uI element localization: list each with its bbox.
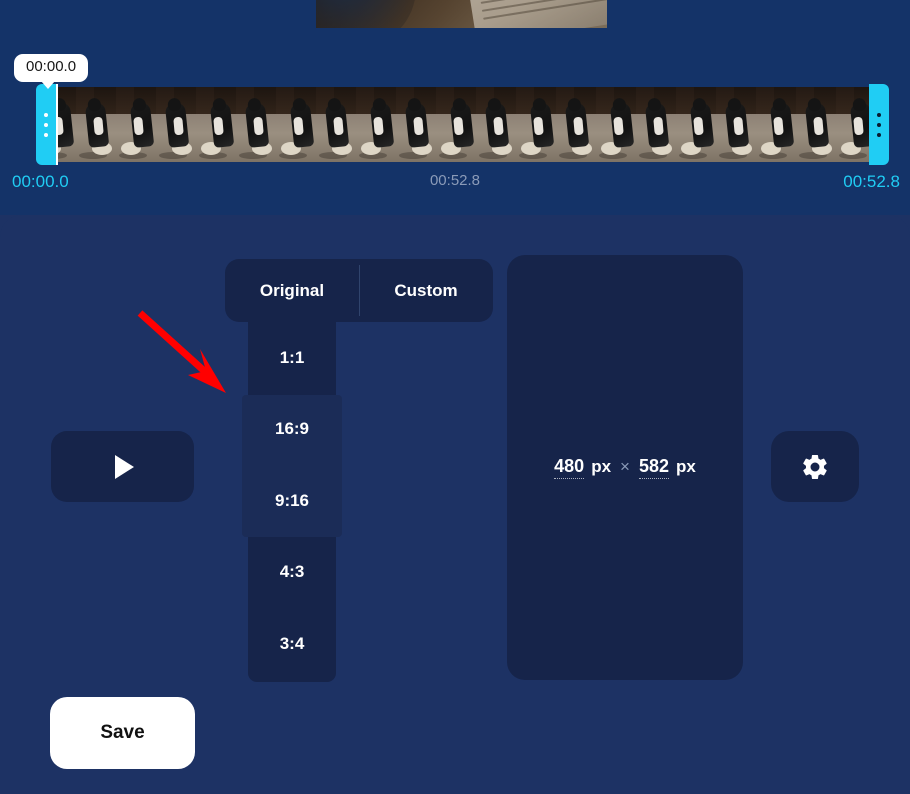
timeline-duration-label: 00:52.8 xyxy=(429,172,481,189)
ratio-option-16-9[interactable]: 16:9 xyxy=(248,393,336,464)
filmstrip-frame xyxy=(476,87,516,162)
crop-size-row: 480 px × 582 px xyxy=(554,456,696,479)
ratio-option-label: 16:9 xyxy=(274,418,310,438)
preview-newspaper xyxy=(458,0,607,28)
filmstrip-frame xyxy=(556,87,596,162)
save-button[interactable]: Save xyxy=(50,697,195,769)
ratio-option-label: 3:4 xyxy=(279,633,305,653)
playhead-marker[interactable] xyxy=(56,84,58,165)
crop-height-input[interactable]: 582 xyxy=(638,456,670,479)
drag-handle-icon xyxy=(44,132,48,137)
ratio-option-9-16[interactable]: 9:16 xyxy=(248,465,336,536)
timeline-section: 00:00.0 00:00.0 00:52.8 00:52.8 xyxy=(0,0,910,215)
crop-size-panel: 480 px × 582 px xyxy=(507,255,743,680)
trim-handle-right[interactable] xyxy=(869,84,889,165)
filmstrip-frame xyxy=(796,87,836,162)
filmstrip-frame xyxy=(436,87,476,162)
ratio-option-label: 1:1 xyxy=(279,347,305,367)
filmstrip-frame xyxy=(316,87,356,162)
gear-icon xyxy=(803,454,827,479)
ratio-option-1-1[interactable]: 1:1 xyxy=(248,322,336,393)
crop-mode-tabs: Original Custom xyxy=(225,259,493,322)
filmstrip-frame xyxy=(516,87,556,162)
drag-handle-icon xyxy=(44,112,48,117)
crop-width-unit: px xyxy=(591,457,612,476)
drag-handle-icon xyxy=(877,132,881,137)
filmstrip-frame xyxy=(636,87,676,162)
trim-handle-left[interactable] xyxy=(36,84,56,165)
filmstrip-frame xyxy=(756,87,796,162)
tab-original[interactable]: Original xyxy=(225,259,359,322)
playhead-time-tooltip: 00:00.0 xyxy=(14,54,89,89)
crop-height-unit: px xyxy=(676,457,696,476)
filmstrip-frame xyxy=(76,87,116,162)
save-button-label: Save xyxy=(100,722,145,743)
filmstrip-frame xyxy=(276,87,316,162)
settings-button[interactable] xyxy=(771,431,859,502)
ratio-option-label: 9:16 xyxy=(274,490,310,510)
tab-original-label: Original xyxy=(259,280,325,300)
tab-custom[interactable]: Custom xyxy=(359,259,493,322)
crop-controls-section: Original Custom 1:1 16:9 9:16 4:3 3:4 48… xyxy=(0,215,910,794)
filmstrip-frames[interactable] xyxy=(36,87,889,162)
filmstrip-frame xyxy=(356,87,396,162)
size-multiply-icon: × xyxy=(620,457,630,476)
filmstrip-frame xyxy=(676,87,716,162)
filmstrip-frame xyxy=(396,87,436,162)
play-button[interactable] xyxy=(51,431,194,502)
timeline-end-label: 00:52.8 xyxy=(843,172,900,191)
drag-handle-icon xyxy=(44,122,48,127)
preview-shadow xyxy=(316,0,416,28)
ratio-option-3-4[interactable]: 3:4 xyxy=(248,608,336,679)
play-icon xyxy=(115,454,134,479)
drag-handle-icon xyxy=(877,112,881,117)
filmstrip-frame xyxy=(156,87,196,162)
tab-custom-label: Custom xyxy=(394,280,458,300)
filmstrip[interactable] xyxy=(36,87,889,162)
video-preview[interactable] xyxy=(316,0,607,28)
crop-width-input[interactable]: 480 xyxy=(554,456,585,479)
timeline-time-labels: 00:00.0 00:52.8 00:52.8 xyxy=(0,172,910,198)
ratio-option-4-3[interactable]: 4:3 xyxy=(248,536,336,607)
filmstrip-frame xyxy=(236,87,276,162)
ratio-option-label: 4:3 xyxy=(279,561,305,581)
playhead-time-value: 00:00.0 xyxy=(26,58,77,75)
drag-handle-icon xyxy=(877,122,881,127)
filmstrip-frame xyxy=(716,87,756,162)
filmstrip-frame xyxy=(116,87,156,162)
filmstrip-frame xyxy=(596,87,636,162)
filmstrip-frame xyxy=(196,87,236,162)
